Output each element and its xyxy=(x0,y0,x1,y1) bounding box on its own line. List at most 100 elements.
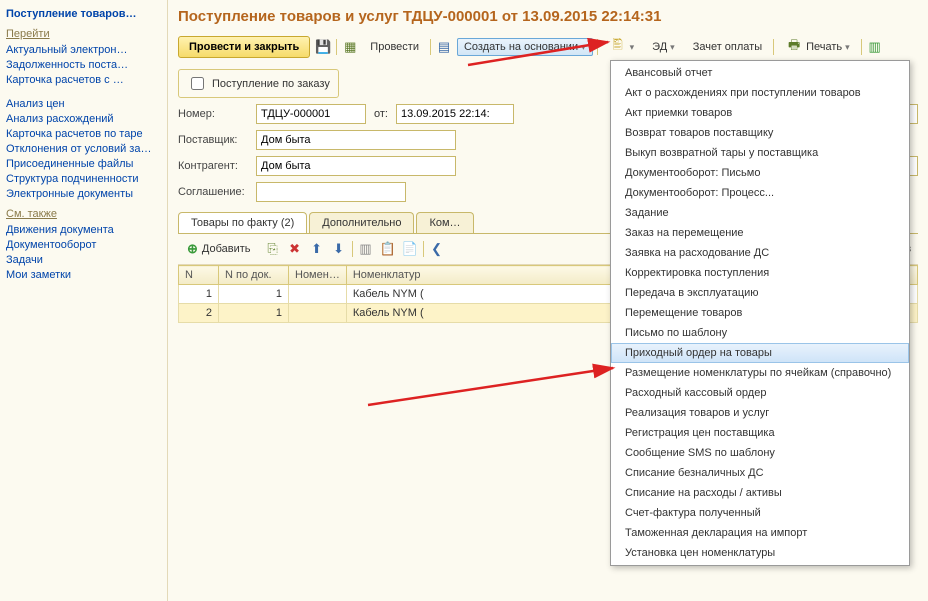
sidebar-link[interactable]: Анализ цен xyxy=(6,98,161,110)
menu-item[interactable]: Корректировка поступления xyxy=(611,263,909,283)
save-icon[interactable]: 💾 xyxy=(314,38,332,56)
sidebar-link[interactable]: Документооборот xyxy=(6,239,161,251)
doc-icon[interactable]: ▤ xyxy=(435,38,453,56)
menu-item[interactable]: Регистрация цен поставщика xyxy=(611,423,909,443)
sidebar-link[interactable]: Анализ расхождений xyxy=(6,113,161,125)
tab-additional[interactable]: Дополнительно xyxy=(309,212,414,233)
number-field[interactable] xyxy=(256,104,366,124)
sidebar-link[interactable]: Движения документа xyxy=(6,224,161,236)
separator xyxy=(336,39,337,55)
sidebar-link[interactable]: Задолженность поста… xyxy=(6,59,161,71)
menu-item[interactable]: Задание xyxy=(611,203,909,223)
add-label: Добавить xyxy=(202,243,251,255)
supplier-label: Поставщик: xyxy=(178,134,248,146)
menu-item[interactable]: Акт приемки товаров xyxy=(611,103,909,123)
supplier-field[interactable] xyxy=(256,130,456,150)
sidebar-section-seealso: См. также xyxy=(6,208,161,220)
print-button[interactable]: 🖶Печать▾ xyxy=(778,35,857,59)
cell-n: 2 xyxy=(179,304,219,323)
ed-button[interactable]: ЭД▾ xyxy=(645,38,682,56)
cell-nomk xyxy=(289,304,347,323)
reports-icon[interactable]: ▥ xyxy=(866,38,884,56)
menu-item[interactable]: Расходный кассовый ордер xyxy=(611,383,909,403)
create-based-on-button[interactable]: Создать на основании▾ xyxy=(457,38,593,56)
cell-nomk xyxy=(289,285,347,304)
counterparty-field[interactable] xyxy=(256,156,456,176)
menu-item[interactable]: Реализация товаров и услуг xyxy=(611,403,909,423)
sidebar-section-goto: Перейти xyxy=(6,28,161,40)
menu-item[interactable]: Установка цен номенклатуры xyxy=(611,543,909,563)
add-row-button[interactable]: ⊕ Добавить xyxy=(178,238,260,260)
menu-item[interactable]: Перемещение товаров xyxy=(611,303,909,323)
menu-item[interactable]: Счет-фактура полученный xyxy=(611,503,909,523)
tab-comment[interactable]: Ком… xyxy=(416,212,473,233)
separator xyxy=(423,241,424,257)
cell-ndoc: 1 xyxy=(219,285,289,304)
menu-item[interactable]: Заказ на перемещение xyxy=(611,223,909,243)
post-button[interactable]: Провести xyxy=(363,38,426,56)
cell-ndoc: 1 xyxy=(219,304,289,323)
share-icon[interactable]: ❮ xyxy=(428,240,446,258)
copy-icon[interactable]: 📄 xyxy=(401,240,419,258)
menu-item[interactable]: Документооборот: Процесс... xyxy=(611,183,909,203)
toolbar: Провести и закрыть 💾 ▦ Провести ▤ Создат… xyxy=(178,35,918,59)
agreement-field[interactable] xyxy=(256,182,406,202)
date-input[interactable] xyxy=(397,106,513,122)
sidebar-link[interactable]: Присоединенные файлы xyxy=(6,158,161,170)
number-input[interactable] xyxy=(257,106,365,122)
menu-item[interactable]: Передача в эксплуатацию xyxy=(611,283,909,303)
agreement-input[interactable] xyxy=(257,184,405,200)
post-and-close-button[interactable]: Провести и закрыть xyxy=(178,36,310,58)
menu-item[interactable]: Сообщение SMS по шаблону xyxy=(611,443,909,463)
sidebar-link[interactable]: Карточка расчетов с … xyxy=(6,74,161,86)
annotation-arrow xyxy=(368,350,628,413)
chevron-down-icon: ▾ xyxy=(581,42,586,53)
col-n[interactable]: N xyxy=(179,266,219,285)
menu-item[interactable]: Документооборот: Письмо xyxy=(611,163,909,183)
by-order-checkbox[interactable]: Поступление по заказу xyxy=(178,69,339,98)
menu-item[interactable]: Списание на расходы / активы xyxy=(611,483,909,503)
agreement-label: Соглашение: xyxy=(178,186,248,198)
paste-icon[interactable]: 📋 xyxy=(379,240,397,258)
supplier-input[interactable] xyxy=(257,132,455,148)
from-label: от: xyxy=(374,108,388,120)
sidebar-link[interactable]: Актуальный электрон… xyxy=(6,44,161,56)
menu-item[interactable]: Приходный ордер на товары xyxy=(611,343,909,363)
date-field[interactable] xyxy=(396,104,514,124)
menu-item[interactable]: Акт о расхождениях при поступлении товар… xyxy=(611,83,909,103)
printer-icon: 🖶 xyxy=(785,38,803,56)
copy-row-icon[interactable]: ⎘ xyxy=(264,240,282,258)
sidebar-link[interactable]: Электронные документы xyxy=(6,188,161,200)
by-order-label: Поступление по заказу xyxy=(212,78,330,90)
menu-item[interactable]: Письмо по шаблону xyxy=(611,323,909,343)
sidebar-link[interactable]: Задачи xyxy=(6,254,161,266)
delete-row-icon[interactable]: ✖ xyxy=(286,240,304,258)
post-icon[interactable]: ▦ xyxy=(341,38,359,56)
offset-payment-button[interactable]: Зачет оплаты xyxy=(686,38,769,56)
separator xyxy=(352,241,353,257)
sidebar-link[interactable]: Карточка расчетов по таре xyxy=(6,128,161,140)
menu-item[interactable]: Списание безналичных ДС xyxy=(611,463,909,483)
menu-item[interactable]: Возврат товаров поставщику xyxy=(611,123,909,143)
sidebar: Поступление товаров… Перейти Актуальный … xyxy=(0,0,168,601)
by-order-input[interactable] xyxy=(191,77,204,90)
menu-item[interactable]: Таможенная декларация на импорт xyxy=(611,523,909,543)
sidebar-link[interactable]: Структура подчиненности xyxy=(6,173,161,185)
menu-item[interactable]: Авансовый отчет xyxy=(611,63,909,83)
menu-item[interactable]: Размещение номенклатуры по ячейкам (спра… xyxy=(611,363,909,383)
sidebar-title: Поступление товаров… xyxy=(6,8,161,20)
counterparty-input[interactable] xyxy=(257,158,455,174)
create-based-dropdown: Авансовый отчетАкт о расхождениях при по… xyxy=(610,60,910,566)
col-ndoc[interactable]: N по док. xyxy=(219,266,289,285)
move-up-icon[interactable]: ⬆ xyxy=(308,240,326,258)
menu-item[interactable]: Заявка на расходование ДС xyxy=(611,243,909,263)
attach-button[interactable]: 🖺▾ xyxy=(602,35,642,59)
separator xyxy=(597,39,598,55)
sidebar-link[interactable]: Отклонения от условий за… xyxy=(6,143,161,155)
tab-goods[interactable]: Товары по факту (2) xyxy=(178,212,307,233)
move-down-icon[interactable]: ⬇ xyxy=(330,240,348,258)
fill-icon[interactable]: ▥ xyxy=(357,240,375,258)
sidebar-link[interactable]: Мои заметки xyxy=(6,269,161,281)
col-nomen-short[interactable]: Номен… xyxy=(289,266,347,285)
menu-item[interactable]: Выкуп возвратной тары у поставщика xyxy=(611,143,909,163)
